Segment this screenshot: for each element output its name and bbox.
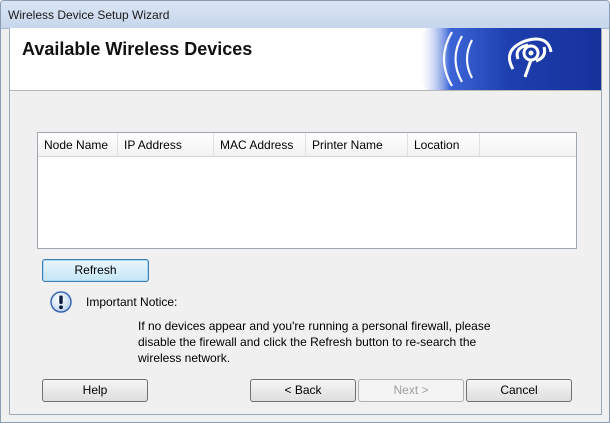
notice-body: If no devices appear and you're running … bbox=[138, 318, 538, 366]
cancel-button[interactable]: Cancel bbox=[466, 379, 572, 402]
back-button[interactable]: < Back bbox=[250, 379, 356, 402]
title-bar[interactable]: Wireless Device Setup Wizard bbox=[1, 1, 609, 29]
notice-line: If no devices appear and you're running … bbox=[138, 319, 491, 333]
wizard-client-area: Available Wireless Devices Node Name IP … bbox=[9, 28, 602, 415]
device-list[interactable]: Node Name IP Address MAC Address Printer… bbox=[37, 132, 577, 249]
next-button[interactable]: Next > bbox=[358, 379, 464, 402]
column-header-mac-address[interactable]: MAC Address bbox=[214, 133, 306, 157]
wizard-header: Available Wireless Devices bbox=[10, 28, 601, 91]
column-header-printer-name[interactable]: Printer Name bbox=[306, 133, 408, 157]
help-button[interactable]: Help bbox=[42, 379, 148, 402]
notice-title: Important Notice: bbox=[86, 295, 178, 309]
notice-line: wireless network. bbox=[138, 351, 231, 365]
refresh-button[interactable]: Refresh bbox=[42, 259, 149, 282]
wireless-signal-icon bbox=[417, 28, 601, 90]
wizard-window: Wireless Device Setup Wizard Available W… bbox=[0, 0, 610, 423]
notice-line: disable the firewall and click the Refre… bbox=[138, 335, 477, 349]
column-header-node-name[interactable]: Node Name bbox=[38, 133, 118, 157]
column-header-filler bbox=[480, 133, 576, 157]
column-header-location[interactable]: Location bbox=[408, 133, 480, 157]
page-title: Available Wireless Devices bbox=[22, 39, 253, 59]
window-title: Wireless Device Setup Wizard bbox=[8, 8, 170, 22]
column-header-ip-address[interactable]: IP Address bbox=[118, 133, 214, 157]
exclamation-icon bbox=[50, 291, 72, 313]
